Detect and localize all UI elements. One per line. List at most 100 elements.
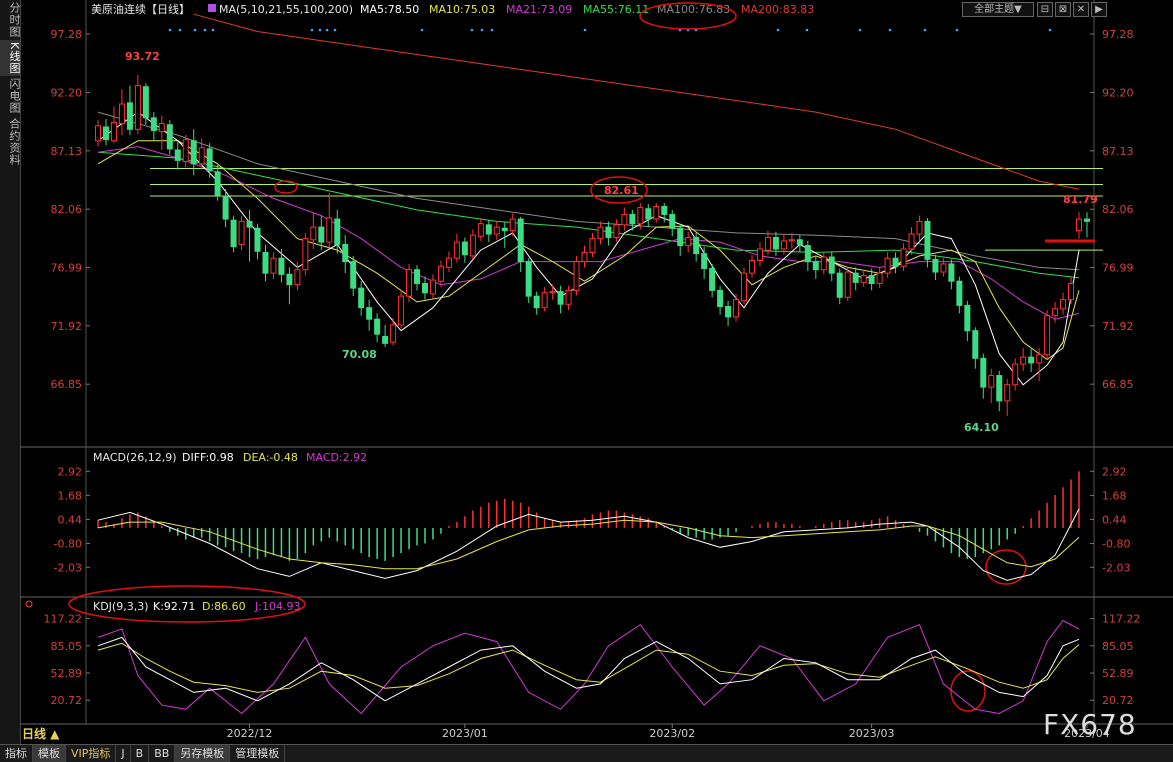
candle-down bbox=[804, 245, 811, 263]
signal-dot bbox=[325, 28, 329, 32]
layout-button[interactable]: ⊟ bbox=[1037, 2, 1053, 17]
kdj-panel: KDJ(9,3,3) K:92.71 D:86.60 J:104.93 bbox=[25, 600, 1080, 715]
candle-up bbox=[844, 271, 851, 298]
candle-up bbox=[110, 121, 117, 142]
x-label: 2023/02 bbox=[649, 727, 695, 740]
candle-down bbox=[852, 272, 859, 283]
close-panel-button[interactable]: ✕ bbox=[1073, 2, 1089, 17]
candle-down bbox=[796, 239, 803, 245]
candle-up bbox=[565, 289, 572, 305]
y-tick-label-right: 2.92 bbox=[1102, 465, 1127, 478]
signal-dot bbox=[333, 28, 337, 32]
candle-down bbox=[485, 224, 492, 235]
candle-up bbox=[294, 269, 301, 286]
candle-down bbox=[812, 261, 819, 271]
signal-dot bbox=[470, 28, 474, 32]
theme-dropdown[interactable]: 全部主题▼ bbox=[962, 2, 1034, 17]
candle-down bbox=[150, 117, 157, 131]
tab-templates[interactable]: 模板 bbox=[33, 745, 66, 762]
candle-up bbox=[406, 269, 413, 297]
y-tick-label-left: 87.13 bbox=[51, 145, 83, 158]
x-label: 2023/03 bbox=[849, 727, 895, 740]
candle-down bbox=[964, 304, 971, 332]
candle-up bbox=[916, 220, 923, 235]
candle-up bbox=[326, 217, 333, 243]
candle-up bbox=[1060, 299, 1067, 310]
expand-button[interactable]: ▶ bbox=[1091, 2, 1107, 17]
tab-b[interactable]: B bbox=[131, 745, 150, 762]
macd-diff: DIFF:0.98 bbox=[182, 451, 234, 464]
y-tick-label-left: 1.68 bbox=[58, 489, 83, 502]
candle-down bbox=[828, 256, 835, 274]
candle-down bbox=[924, 220, 931, 260]
ma10-value: MA10:75.03 bbox=[429, 3, 495, 16]
candle-down bbox=[772, 236, 779, 250]
y-tick-label-right: -0.80 bbox=[1102, 537, 1130, 550]
last-label: 81.79 bbox=[1063, 193, 1098, 206]
signal-dot bbox=[168, 28, 172, 32]
y-tick-label-right: 1.68 bbox=[1102, 489, 1127, 502]
y-tick-label-right: 20.72 bbox=[1102, 694, 1134, 707]
tab-manage-templates[interactable]: 管理模板 bbox=[230, 745, 286, 762]
candle-up bbox=[1076, 218, 1082, 232]
candle-up bbox=[398, 295, 405, 326]
tab-indicators[interactable]: 指标 bbox=[0, 745, 33, 762]
candle-up bbox=[541, 292, 548, 309]
candle-up bbox=[134, 85, 141, 130]
candle-up bbox=[764, 236, 771, 251]
candle-down bbox=[461, 241, 468, 256]
candle-up bbox=[549, 291, 556, 294]
macd-dea-line bbox=[97, 519, 1080, 570]
signal-dot bbox=[211, 28, 215, 32]
kline-chart[interactable]: 美原油连续【日线】 MA(5,10,21,55,100,200) MA5:78.… bbox=[20, 0, 1173, 744]
ma-params: MA(5,10,21,55,100,200) bbox=[219, 3, 353, 16]
price-axes: 97.28 97.28 92.20 92.20 87.13 87.13 82.06 82.06… bbox=[44, 28, 1141, 728]
candle-down bbox=[533, 295, 540, 309]
ma10-line bbox=[97, 140, 1080, 361]
tab-bb[interactable]: BB bbox=[149, 745, 176, 762]
y-tick-label-right: 71.92 bbox=[1102, 320, 1134, 333]
candle-up bbox=[613, 224, 620, 238]
candle-up bbox=[988, 375, 995, 388]
y-tick-label-left: 85.05 bbox=[51, 640, 83, 653]
tab-vip-indicators[interactable]: VIP指标 bbox=[66, 745, 117, 762]
candle-down bbox=[868, 274, 875, 285]
kdj-settings-icon[interactable] bbox=[25, 600, 33, 608]
candle-down bbox=[932, 258, 939, 273]
signal-dot bbox=[203, 28, 207, 32]
candle-up bbox=[390, 324, 397, 343]
tab-save-template[interactable]: 另存模板 bbox=[175, 745, 231, 762]
maximize-button[interactable]: ⊠ bbox=[1055, 2, 1071, 17]
sidebar-tab-timeshare[interactable]: 分时图 bbox=[0, 0, 21, 40]
horizontal-lines bbox=[150, 167, 1103, 251]
y-tick-label-left: 71.92 bbox=[51, 320, 83, 333]
candle-down bbox=[278, 257, 285, 275]
kdj-d: D:86.60 bbox=[202, 600, 246, 613]
y-tick-label-right: 76.99 bbox=[1102, 262, 1134, 275]
candle-down bbox=[717, 289, 724, 308]
candle-down bbox=[230, 219, 237, 248]
candle-down bbox=[525, 261, 532, 297]
sidebar-tab-kline[interactable]: K线图 bbox=[0, 40, 21, 77]
signal-dot bbox=[858, 28, 862, 32]
period-selector[interactable]: 日线 ▲ bbox=[22, 726, 82, 743]
sidebar-tab-contract-info[interactable]: 合约资料 bbox=[0, 116, 21, 168]
candle-down bbox=[414, 269, 421, 285]
indicator-icon[interactable] bbox=[208, 4, 216, 12]
candle-up bbox=[581, 251, 588, 263]
sidebar-tab-flash[interactable]: 闪电图 bbox=[0, 76, 21, 116]
candle-up bbox=[118, 103, 125, 125]
candle-up bbox=[302, 238, 309, 271]
candle-up bbox=[573, 261, 580, 291]
candle-down bbox=[709, 268, 716, 291]
y-tick-label-left: 20.72 bbox=[51, 694, 83, 707]
candle-down bbox=[956, 280, 963, 306]
candle-down bbox=[645, 208, 652, 220]
macd-params: MACD(26,12,9) bbox=[93, 451, 177, 464]
signal-dot bbox=[923, 28, 927, 32]
candle-down bbox=[342, 243, 349, 263]
candle-down bbox=[629, 213, 636, 225]
tab-j[interactable]: J bbox=[116, 745, 131, 762]
candle-up bbox=[756, 248, 763, 261]
signal-dot bbox=[583, 28, 587, 32]
